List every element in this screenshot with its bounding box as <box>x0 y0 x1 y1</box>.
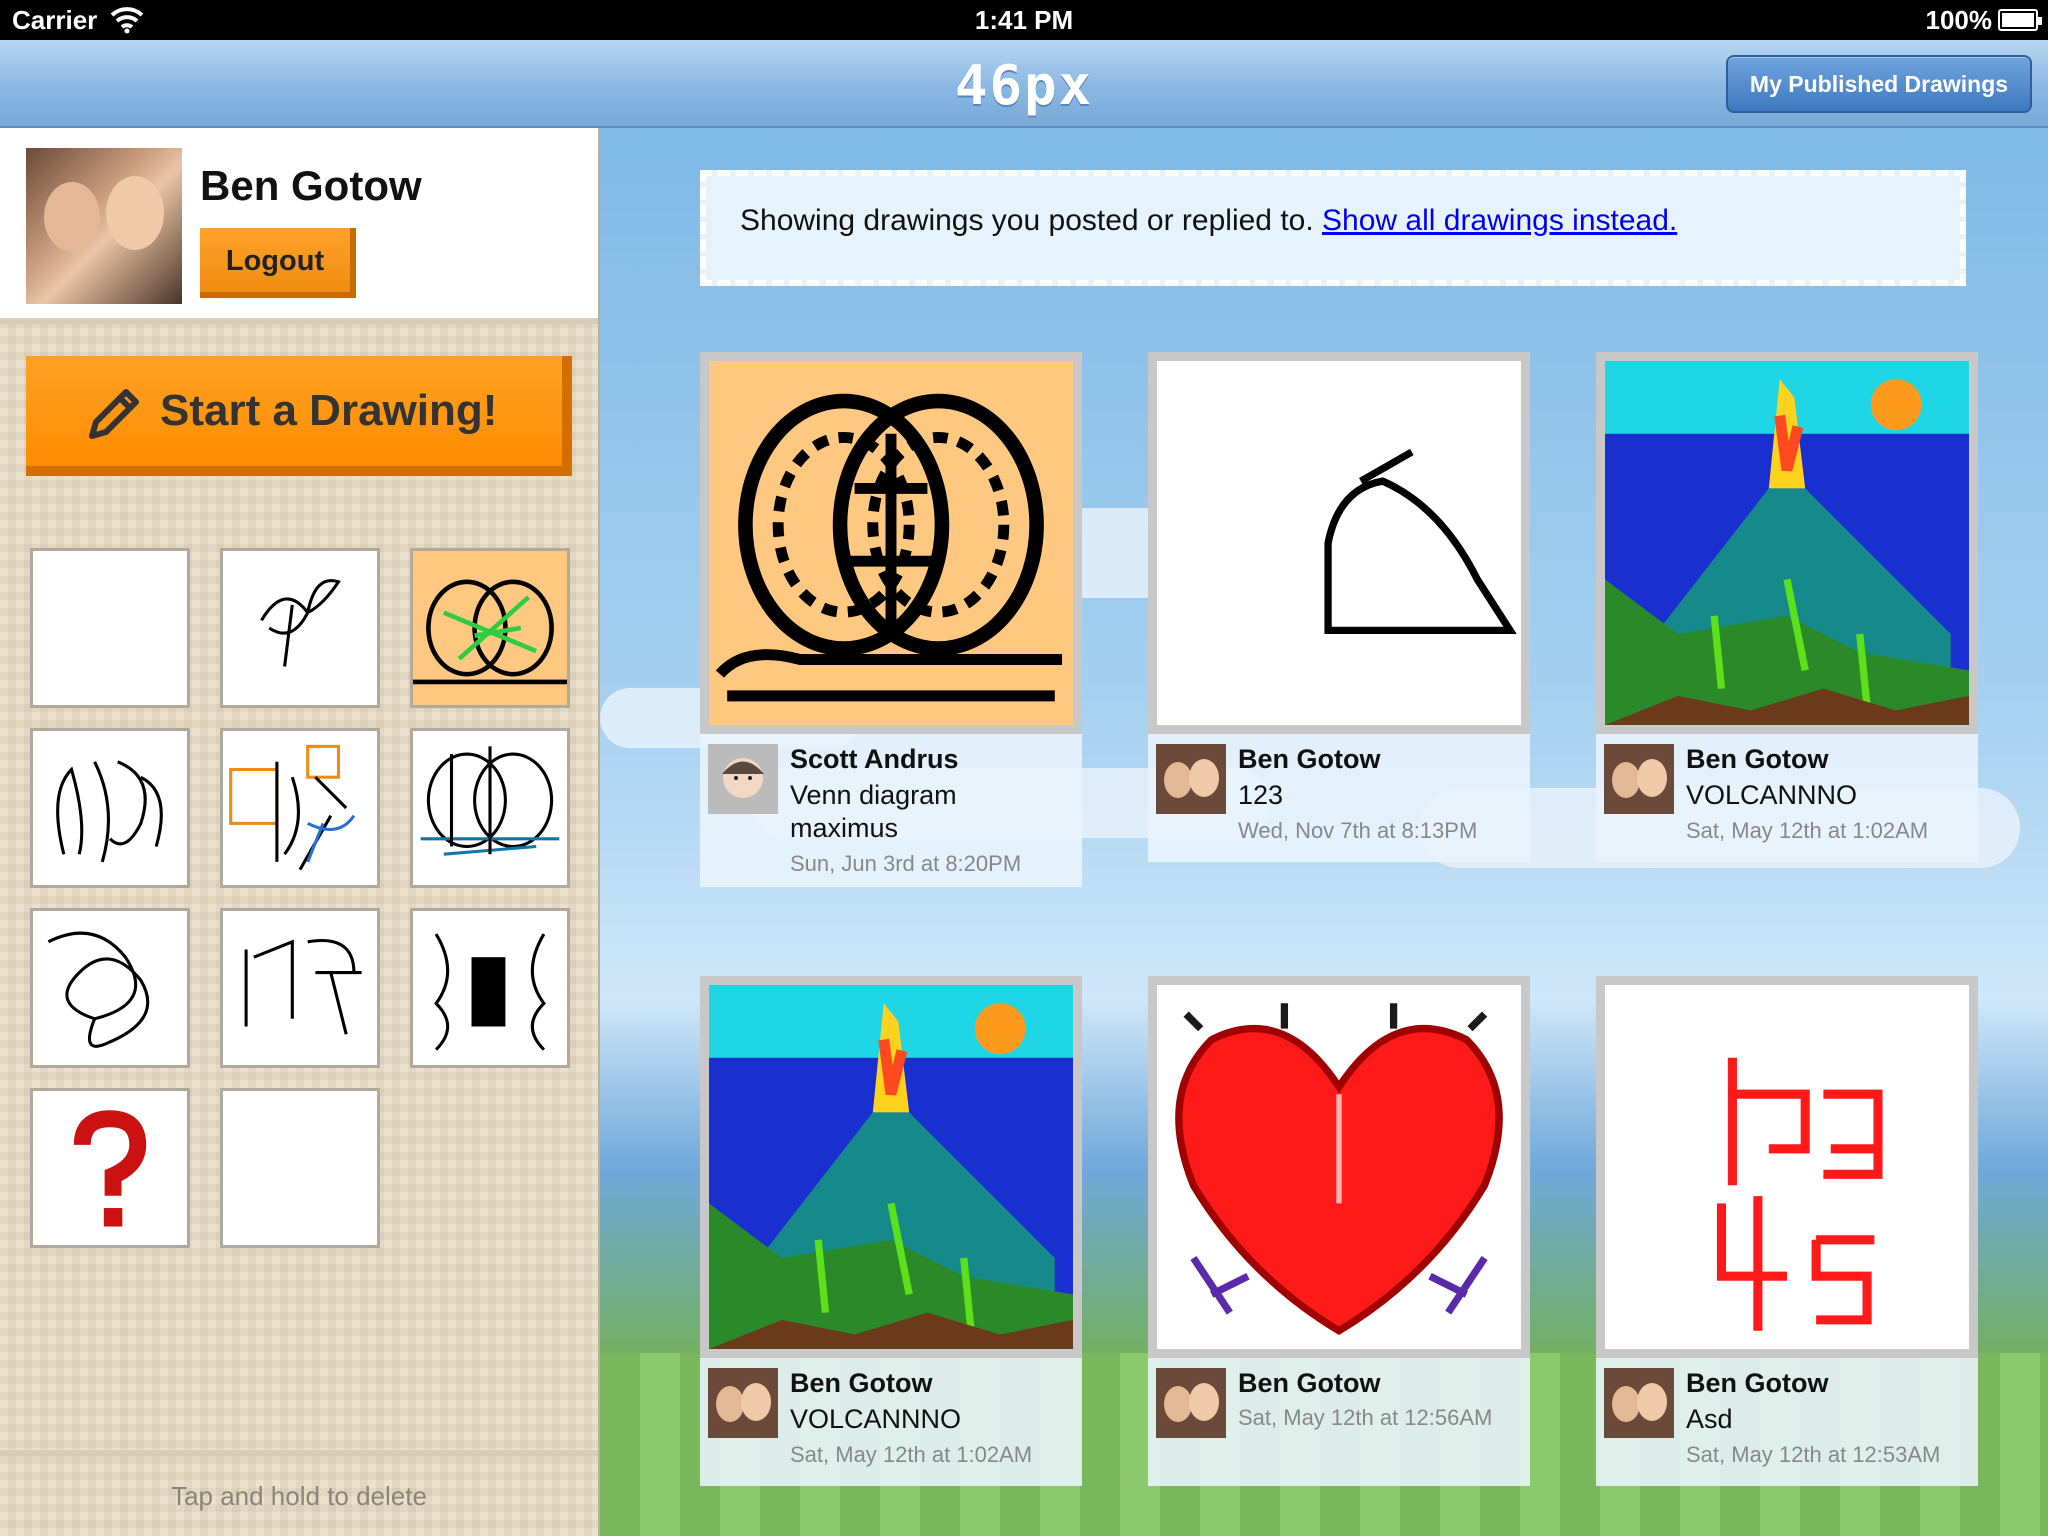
drawing-meta: Ben Gotow Sat, May 12th at 12:56AM <box>1148 1358 1530 1486</box>
drawing-meta: Ben Gotow 123 Wed, Nov 7th at 8:13PM <box>1148 734 1530 862</box>
drawing-meta: Scott Andrus Venn diagram maximus Sun, J… <box>700 734 1082 887</box>
drawing-thumbnail[interactable] <box>410 908 570 1068</box>
drawing-title: VOLCANNNO <box>790 1404 962 1434</box>
drawing-title: 123 <box>1238 780 1284 810</box>
drawing-card[interactable]: Ben Gotow Asd Sat, May 12th at 12:53AM <box>1596 976 1978 1486</box>
drawings-feed[interactable]: Showing drawings you posted or replied t… <box>600 128 2048 1536</box>
pencil-icon <box>89 389 139 439</box>
drawing-date: Sat, May 12th at 12:56AM <box>1238 1405 1493 1430</box>
my-published-drawings-button[interactable]: My Published Drawings <box>1726 55 2032 113</box>
author-name: Ben Gotow <box>1238 744 1381 774</box>
status-bar: Carrier 1:41 PM 100% <box>0 0 2048 40</box>
battery-percent: 100% <box>1925 5 1993 35</box>
drawing-date: Wed, Nov 7th at 8:13PM <box>1238 818 1478 843</box>
avatar <box>26 148 182 304</box>
drawing-preview[interactable] <box>1148 976 1530 1358</box>
drawing-thumbnail[interactable] <box>30 548 190 708</box>
author-avatar <box>1604 1368 1674 1438</box>
author-avatar <box>1156 744 1226 814</box>
drawing-title: Venn diagram maximus <box>790 780 957 843</box>
clock: 1:41 PM <box>974 5 1074 35</box>
battery-icon <box>1998 9 2042 31</box>
drawing-card[interactable]: Ben Gotow VOLCANNNO Sat, May 12th at 1:0… <box>700 976 1082 1486</box>
drawing-meta: Ben Gotow VOLCANNNO Sat, May 12th at 1:0… <box>700 1358 1082 1486</box>
show-all-drawings-link[interactable]: Show all drawings instead. <box>1322 204 1677 237</box>
author-name: Scott Andrus <box>790 744 959 774</box>
filter-text: Showing drawings you posted or replied t… <box>740 204 1314 237</box>
drawing-title: VOLCANNNO <box>1686 780 1858 810</box>
drawing-thumbnail[interactable] <box>220 1088 380 1248</box>
drawing-thumbnail[interactable] <box>410 548 570 708</box>
author-name: Ben Gotow <box>1686 1368 1829 1398</box>
drawing-date: Sat, May 12th at 1:02AM <box>790 1442 1033 1467</box>
drawing-title: Asd <box>1686 1404 1733 1434</box>
drawing-date: Sun, Jun 3rd at 8:20PM <box>790 851 1022 876</box>
author-avatar <box>1156 1368 1226 1438</box>
drawing-card[interactable]: Ben Gotow Sat, May 12th at 12:56AM <box>1148 976 1530 1486</box>
drawing-thumbnail[interactable] <box>220 728 380 888</box>
drawing-thumbnail[interactable] <box>30 1088 190 1248</box>
drawing-thumbnail[interactable] <box>410 728 570 888</box>
drawing-preview[interactable] <box>700 352 1082 734</box>
author-avatar <box>708 1368 778 1438</box>
start-drawing-button[interactable]: Start a Drawing! <box>26 356 572 476</box>
drawing-date: Sat, May 12th at 12:53AM <box>1686 1442 1941 1467</box>
author-avatar <box>1604 744 1674 814</box>
start-drawing-label: Start a Drawing! <box>160 386 498 435</box>
drawing-thumbnail[interactable] <box>220 548 380 708</box>
drawing-meta: Ben Gotow VOLCANNNO Sat, May 12th at 1:0… <box>1596 734 1978 862</box>
drawing-preview[interactable] <box>700 976 1082 1358</box>
author-avatar <box>708 744 778 814</box>
drawing-thumbnail[interactable] <box>30 908 190 1068</box>
author-name: Ben Gotow <box>1686 744 1829 774</box>
author-name: Ben Gotow <box>1238 1368 1381 1398</box>
sidebar: Ben Gotow Logout Start a Drawing! Tap an… <box>0 128 600 1536</box>
drawing-card[interactable]: Ben Gotow 123 Wed, Nov 7th at 8:13PM <box>1148 352 1530 862</box>
drawing-card[interactable]: Ben Gotow VOLCANNNO Sat, May 12th at 1:0… <box>1596 352 1978 862</box>
profile-name: Ben Gotow <box>200 162 422 209</box>
navigation-bar: 46px My Published Drawings <box>0 40 2048 128</box>
drawing-meta: Ben Gotow Asd Sat, May 12th at 12:53AM <box>1596 1358 1978 1486</box>
drawing-thumbnail[interactable] <box>30 728 190 888</box>
drawing-preview[interactable] <box>1596 976 1978 1358</box>
filter-banner: Showing drawings you posted or replied t… <box>700 170 1966 286</box>
author-name: Ben Gotow <box>790 1368 933 1398</box>
drawing-preview[interactable] <box>1148 352 1530 734</box>
drawing-date: Sat, May 12th at 1:02AM <box>1686 818 1929 843</box>
drawing-thumbnail[interactable] <box>220 908 380 1068</box>
drawing-card[interactable]: Scott Andrus Venn diagram maximus Sun, J… <box>700 352 1082 887</box>
profile-panel: Ben Gotow Logout <box>0 128 598 324</box>
drawing-preview[interactable] <box>1596 352 1978 734</box>
logout-button[interactable]: Logout <box>200 228 356 298</box>
delete-hint: Tap and hold to delete <box>0 1450 598 1536</box>
